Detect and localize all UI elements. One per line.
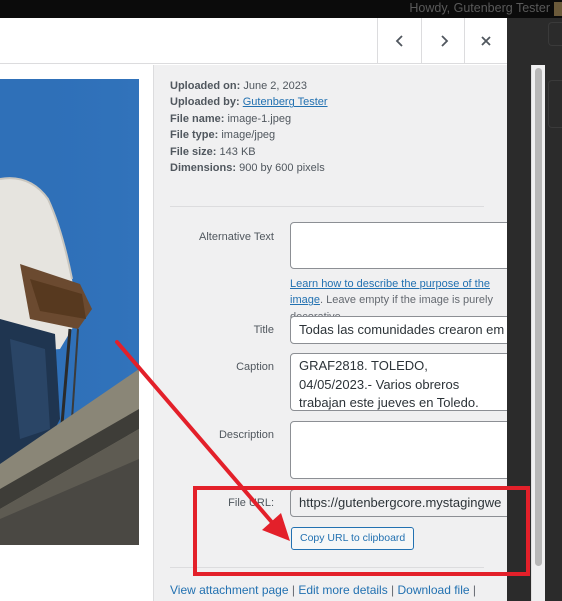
title-label: Title [253,324,274,336]
dimensions: Dimensions: 900 by 600 pixels [170,162,325,175]
copy-url-button[interactable]: Copy URL to clipboard [291,527,415,550]
scrollbar-thumb[interactable] [535,68,542,566]
file-url-label: File URL: [228,497,274,509]
alt-text-label: Alternative Text [198,231,274,243]
howdy-greeting[interactable]: Howdy, Gutenberg Tester [409,1,550,15]
file-type: File type: image/jpeg [170,129,276,142]
alt-text-input[interactable] [290,222,507,269]
caption-label: Caption [236,361,274,373]
close-modal-button[interactable] [464,18,507,64]
close-icon [481,36,491,46]
avatar[interactable] [554,2,562,16]
modal-header [0,18,507,64]
attachment-preview [0,65,153,601]
chevron-left-icon [395,35,403,47]
divider [170,567,484,568]
chevron-right-icon [440,35,448,47]
file-name: File name: image-1.jpeg [170,112,292,125]
description-input[interactable] [290,421,507,479]
attachment-details-modal: Uploaded on: June 2, 2023 Uploaded by: G… [0,18,507,601]
file-url-input[interactable]: https://gutenbergcore.mystagingwe [290,489,507,517]
caption-input[interactable]: GRAF2818. TOLEDO, 04/05/2023.- Varios ob… [290,353,507,411]
uploaded-on: Uploaded on: June 2, 2023 [170,80,307,92]
admin-bar: Howdy, Gutenberg Tester [0,0,562,18]
edit-details-link[interactable]: Edit more details [298,583,387,597]
download-file-link[interactable]: Download file [398,583,470,597]
view-attachment-link[interactable]: View attachment page [170,583,289,597]
uploader-link[interactable]: Gutenberg Tester [243,96,328,108]
divider [170,206,484,207]
title-input[interactable]: Todas las comunidades crearon em [290,316,507,344]
file-size: File size: 143 KB [170,145,256,158]
attachment-details-sidebar: Uploaded on: June 2, 2023 Uploaded by: G… [153,65,507,601]
previous-attachment-button[interactable] [377,18,421,64]
attachment-info: Uploaded on: June 2, 2023 Uploaded by: G… [170,78,328,176]
attachment-actions: View attachment page | Edit more details… [170,583,476,597]
background-panel [548,80,562,128]
attachment-image [0,79,139,545]
description-label: Description [218,429,274,441]
background-panel [548,22,562,46]
next-attachment-button[interactable] [421,18,465,64]
uploaded-by: Uploaded by: Gutenberg Tester [170,96,328,109]
